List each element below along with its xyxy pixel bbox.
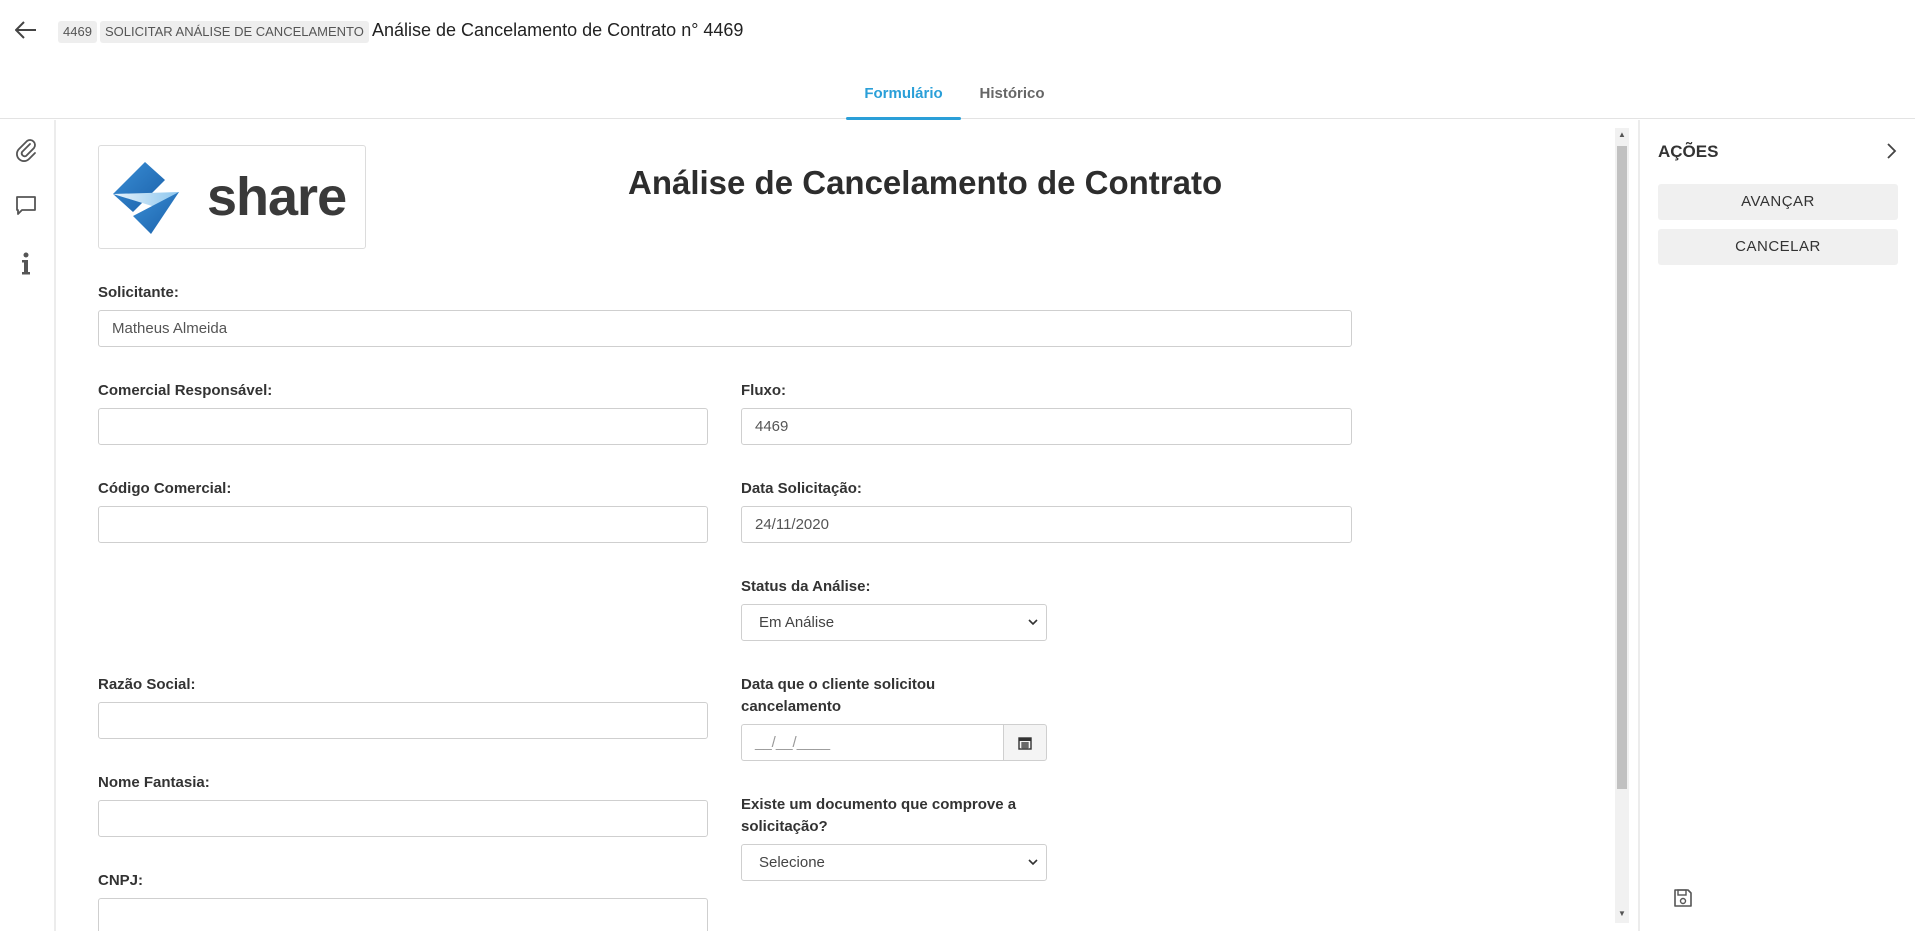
data-cliente-field: __/__/____ — [741, 724, 1047, 761]
process-id-chip: 4469 — [58, 21, 97, 43]
logo-wordmark: share — [207, 167, 347, 227]
back-arrow-icon[interactable] — [12, 16, 40, 44]
save-icon[interactable] — [1670, 885, 1696, 911]
codigo-comercial-input[interactable] — [98, 506, 708, 543]
form-heading: Análise de Cancelamento de Contrato — [628, 164, 1223, 201]
avancar-button[interactable]: AVANÇAR — [1658, 184, 1898, 220]
solicitante-label: Solicitante: — [98, 284, 179, 301]
documento-label: Existe um documento que comprove a solic… — [741, 794, 1016, 838]
chevron-down-icon — [1028, 845, 1038, 895]
documento-select[interactable]: Selecione — [741, 844, 1047, 881]
razao-social-label: Razão Social: — [98, 676, 196, 693]
comment-icon[interactable] — [12, 192, 40, 220]
process-step-chip: SOLICITAR ANÁLISE DE CANCELAMENTO — [100, 21, 369, 43]
comercial-responsavel-input[interactable] — [98, 408, 708, 445]
fluxo-input[interactable]: 4469 — [741, 408, 1352, 445]
scrollbar-thumb[interactable] — [1617, 146, 1627, 789]
comercial-responsavel-label: Comercial Responsável: — [98, 382, 273, 399]
tab-historico[interactable]: Histórico — [966, 80, 1058, 119]
share-logo: share — [98, 145, 366, 249]
status-analise-select[interactable]: Em Análise — [741, 604, 1047, 641]
cancelar-button[interactable]: CANCELAR — [1658, 229, 1898, 265]
status-analise-value: Em Análise — [759, 614, 835, 631]
left-rail — [0, 120, 56, 931]
data-solicitacao-label: Data Solicitação: — [741, 480, 862, 497]
fluxo-label: Fluxo: — [741, 382, 786, 399]
documento-label-line2: solicitação? — [741, 818, 828, 835]
data-cliente-label-line1: Data que o cliente solicitou — [741, 676, 936, 693]
header-bar: 4469 SOLICITAR ANÁLISE DE CANCELAMENTO A… — [0, 0, 1915, 64]
scroll-down-icon[interactable]: ▼ — [1617, 909, 1627, 919]
status-analise-label: Status da Análise: — [741, 578, 871, 595]
form-area: share Análise de Cancelamento de Contrat… — [58, 120, 1610, 931]
documento-label-line1: Existe um documento que comprove a — [741, 796, 1017, 813]
chevron-down-icon — [1028, 605, 1038, 655]
tab-bar: Formulário Histórico — [0, 80, 1915, 120]
data-cliente-input[interactable]: __/__/____ — [741, 724, 1003, 761]
nome-fantasia-input[interactable] — [98, 800, 708, 837]
cnpj-label: CNPJ: — [98, 872, 144, 889]
paperclip-icon[interactable] — [12, 136, 40, 164]
info-icon[interactable] — [12, 250, 40, 278]
documento-value: Selecione — [759, 854, 825, 871]
razao-social-input[interactable] — [98, 702, 708, 739]
actions-title: AÇÕES — [1658, 142, 1719, 161]
data-cliente-label-line2: cancelamento — [741, 698, 842, 715]
page-title: Análise de Cancelamento de Contrato n° 4… — [372, 20, 744, 40]
calendar-icon[interactable] — [1003, 724, 1047, 761]
scroll-up-icon[interactable]: ▲ — [1617, 130, 1627, 140]
solicitante-input[interactable]: Matheus Almeida — [98, 310, 1352, 347]
nome-fantasia-label: Nome Fantasia: — [98, 774, 210, 791]
data-cliente-label: Data que o cliente solicitou cancelament… — [741, 674, 935, 718]
tab-formulario[interactable]: Formulário — [846, 80, 961, 120]
codigo-comercial-label: Código Comercial: — [98, 480, 232, 497]
data-solicitacao-input[interactable]: 24/11/2020 — [741, 506, 1352, 543]
actions-panel: AÇÕES AVANÇAR CANCELAR — [1638, 120, 1915, 931]
chevron-right-icon[interactable] — [1880, 139, 1904, 163]
cnpj-input[interactable] — [98, 898, 708, 931]
